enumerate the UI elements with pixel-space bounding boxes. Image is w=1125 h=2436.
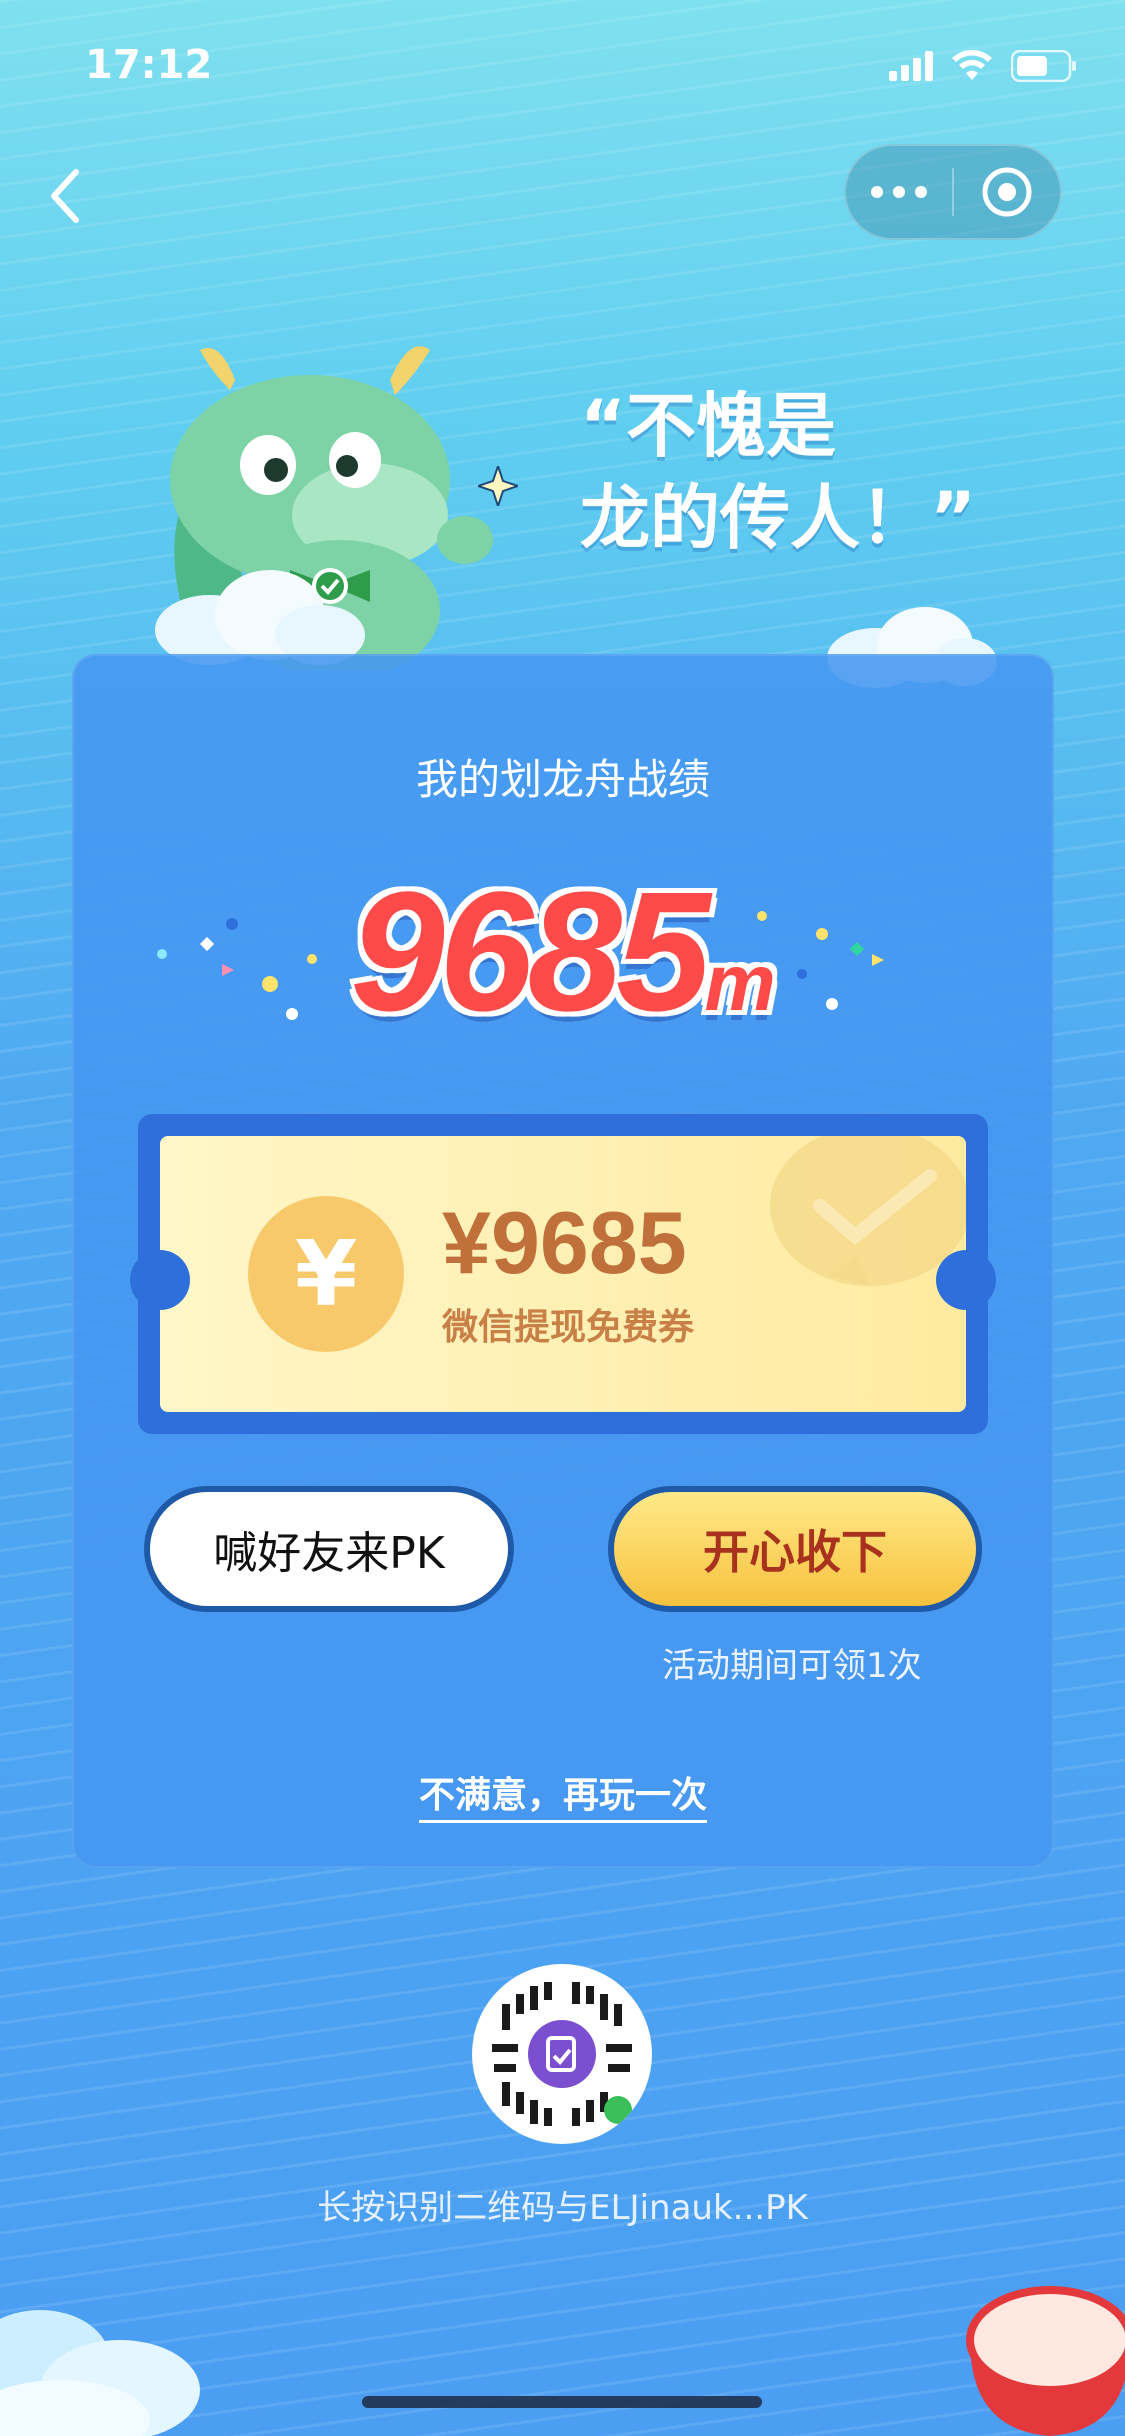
miniprogram-qr-code[interactable]	[472, 1964, 652, 2144]
close-miniprogram-button[interactable]	[954, 146, 1060, 238]
ticket-notch-left	[130, 1250, 190, 1310]
invite-friends-pk-button[interactable]: 喊好友来PK	[144, 1486, 514, 1612]
headline-line-2: 龙的传人！”	[580, 477, 977, 559]
home-indicator	[362, 2396, 762, 2408]
accept-limit-note: 活动期间可领1次	[662, 1646, 922, 1686]
replay-link[interactable]: 不满意，再玩一次	[418, 1775, 707, 1823]
wechat-pay-icon	[770, 1136, 966, 1286]
cloud-decoration-icon	[0, 2310, 200, 2436]
qr-caption: 长按识别二维码与ELJinauk...PK	[317, 2188, 808, 2228]
voucher-label: 微信提现免费券	[442, 1307, 695, 1348]
headline-quote: “不愧是 龙的传人！”	[580, 380, 976, 564]
back-button[interactable]	[40, 160, 90, 232]
target-close-icon	[982, 167, 1032, 217]
score-value: 9685	[350, 857, 710, 1047]
voucher-frame: ¥ ¥9685 微信提现免费券	[130, 1114, 996, 1434]
signal-icon	[889, 51, 933, 81]
score-unit: m	[704, 938, 776, 1027]
battery-icon	[1011, 50, 1076, 82]
status-time: 17:12	[85, 42, 213, 88]
voucher-amount: ¥9685	[442, 1193, 687, 1292]
headline-line-1: “不愧是	[580, 385, 837, 467]
card-title: 我的划龙舟战绩	[415, 755, 710, 804]
ticket-notch-right	[936, 1250, 996, 1310]
wifi-icon	[952, 50, 992, 80]
drum-icon	[966, 2286, 1125, 2436]
accept-voucher-button[interactable]: 开心收下	[608, 1486, 982, 1612]
chevron-left-icon	[51, 169, 79, 223]
sparkle-icon	[478, 466, 518, 506]
score-display: 9685m	[72, 854, 1054, 1050]
more-dot	[915, 186, 927, 198]
replay-row: 不满意，再玩一次	[72, 1766, 1054, 1823]
result-card: 我的划龙舟战绩 9685m ¥ ¥9685 微信提现免费券 喊好友来PK 开心收…	[72, 654, 1054, 1868]
qr-code-icon	[492, 1982, 632, 2126]
yuan-coin-icon: ¥	[248, 1196, 404, 1352]
status-icons	[889, 50, 1077, 82]
voucher-ticket: ¥ ¥9685 微信提现免费券	[160, 1136, 966, 1412]
more-dot	[893, 186, 905, 198]
miniprogram-capsule	[844, 144, 1062, 240]
more-dots-icon	[871, 186, 883, 198]
more-button[interactable]	[846, 146, 952, 238]
